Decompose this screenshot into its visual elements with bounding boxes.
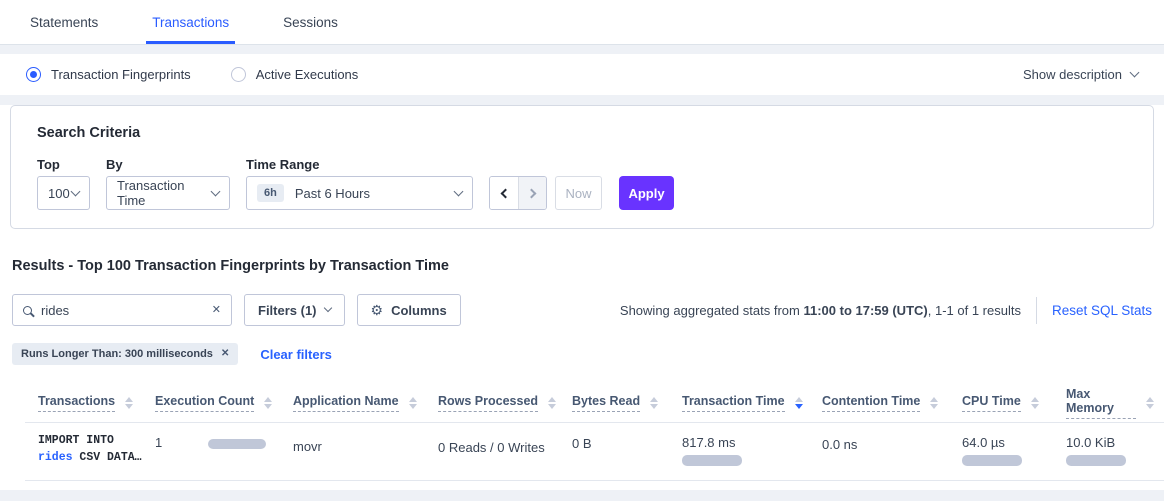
- column-header-bytes-read[interactable]: Bytes Read: [572, 394, 682, 412]
- table-header-row: Transactions Execution Count Application…: [0, 384, 1164, 422]
- chevron-down-icon: [211, 186, 221, 196]
- vertical-divider: [1036, 297, 1037, 324]
- background-band: [0, 490, 1164, 501]
- radio-label: Active Executions: [256, 67, 359, 82]
- time-range-select[interactable]: 6h Past 6 Hours: [246, 176, 473, 210]
- column-header-transactions[interactable]: Transactions: [38, 394, 155, 412]
- row-divider: [25, 480, 1164, 481]
- time-range-badge: 6h: [257, 184, 284, 202]
- tab-statements[interactable]: Statements: [24, 0, 104, 44]
- tab-transactions[interactable]: Transactions: [146, 0, 235, 44]
- time-range-next-button[interactable]: [518, 177, 546, 209]
- sort-icon: [1031, 397, 1039, 409]
- time-range-field-label: Time Range: [246, 157, 319, 172]
- sort-desc-icon: [795, 397, 803, 409]
- contention-time-value: 0.0 ns: [822, 437, 857, 452]
- stats-time-range: 11:00 to 17:59 (UTC): [803, 303, 927, 318]
- results-table: Transactions Execution Count Application…: [0, 384, 1164, 481]
- search-input[interactable]: [41, 303, 212, 318]
- column-header-transaction-time[interactable]: Transaction Time: [682, 394, 822, 412]
- show-description-label: Show description: [1023, 67, 1122, 82]
- chevron-down-icon: [1130, 68, 1140, 78]
- max-memory-bar: [1066, 455, 1126, 466]
- execution-count-value: 1: [155, 435, 162, 450]
- chevron-left-icon: [501, 188, 511, 198]
- filters-button-label: Filters (1): [258, 303, 317, 318]
- transaction-time-value: 817.8 ms: [682, 435, 822, 450]
- top-select[interactable]: 100: [37, 176, 90, 210]
- columns-button[interactable]: ⚙ Columns: [357, 294, 461, 326]
- column-header-max-memory[interactable]: Max Memory: [1066, 387, 1154, 419]
- chevron-down-icon: [454, 186, 464, 196]
- gear-icon: ⚙: [371, 303, 384, 317]
- results-controls-row: ✕ Filters (1) ⚙ Columns Showing aggregat…: [12, 294, 1152, 326]
- now-button[interactable]: Now: [555, 176, 602, 210]
- reset-sql-stats-link[interactable]: Reset SQL Stats: [1052, 303, 1152, 318]
- filter-pill: Runs Longer Than: 300 milliseconds ✕: [12, 343, 238, 365]
- column-header-execution-count[interactable]: Execution Count: [155, 394, 293, 412]
- stats-prefix: Showing aggregated stats from: [620, 303, 804, 318]
- application-name-value: movr: [293, 439, 322, 454]
- background-band: [0, 45, 1164, 54]
- sort-icon: [264, 397, 272, 409]
- filter-pill-label: Runs Longer Than: 300 milliseconds: [21, 348, 213, 360]
- by-field-label: By: [106, 157, 123, 172]
- radio-label: Transaction Fingerprints: [51, 67, 191, 82]
- view-toggle-bar: Transaction Fingerprints Active Executio…: [0, 54, 1164, 95]
- top-tab-bar: Statements Transactions Sessions: [0, 0, 1164, 45]
- clear-search-icon[interactable]: ✕: [212, 305, 221, 316]
- show-description-toggle[interactable]: Show description: [1023, 67, 1138, 82]
- bytes-read-value: 0 B: [572, 436, 592, 451]
- transaction-time-bar: [682, 455, 742, 466]
- stats-summary: Showing aggregated stats from 11:00 to 1…: [620, 303, 1021, 318]
- apply-button[interactable]: Apply: [619, 176, 674, 210]
- transactions-page: Statements Transactions Sessions Transac…: [0, 0, 1164, 501]
- sort-icon: [650, 397, 658, 409]
- by-select-value: Transaction Time: [117, 178, 212, 208]
- execution-count-bar: [208, 439, 266, 449]
- sort-icon: [125, 397, 133, 409]
- cpu-time-bar: [962, 455, 1022, 466]
- time-range-arrows: [489, 176, 547, 210]
- remove-filter-icon[interactable]: ✕: [221, 349, 229, 359]
- tab-sessions[interactable]: Sessions: [277, 0, 344, 44]
- sort-icon: [930, 397, 938, 409]
- chevron-down-icon: [71, 186, 81, 196]
- time-range-value: Past 6 Hours: [295, 186, 370, 201]
- background-band: [0, 95, 1164, 105]
- table-row: IMPORT INTOrides CSV DATA… 1 movr 0 Read…: [0, 423, 1164, 480]
- column-header-cpu-time[interactable]: CPU Time: [962, 394, 1066, 412]
- filters-button[interactable]: Filters (1): [244, 294, 345, 326]
- radio-active-executions[interactable]: Active Executions: [231, 67, 359, 82]
- column-header-application-name[interactable]: Application Name: [293, 394, 438, 412]
- sort-icon: [548, 397, 556, 409]
- transaction-statement: IMPORT INTOrides CSV DATA…: [38, 432, 155, 466]
- cpu-time-value: 64.0 µs: [962, 435, 1066, 450]
- radio-selected-icon: [26, 67, 41, 82]
- search-box: ✕: [12, 294, 232, 326]
- search-criteria-title: Search Criteria: [37, 125, 140, 141]
- top-field-label: Top: [37, 157, 60, 172]
- chevron-down-icon: [323, 304, 331, 312]
- transaction-fingerprint-link[interactable]: rides: [38, 451, 73, 464]
- search-icon: [23, 306, 32, 315]
- rows-processed-value: 0 Reads / 0 Writes: [438, 440, 545, 455]
- stats-suffix: , 1-1 of 1 results: [928, 303, 1021, 318]
- results-title: Results - Top 100 Transaction Fingerprin…: [12, 258, 449, 274]
- column-header-rows-processed[interactable]: Rows Processed: [438, 394, 572, 412]
- radio-transaction-fingerprints[interactable]: Transaction Fingerprints: [26, 67, 191, 82]
- columns-button-label: Columns: [391, 303, 447, 318]
- search-criteria-card: Search Criteria Top By Time Range 100 Tr…: [10, 105, 1154, 229]
- top-select-value: 100: [48, 186, 70, 201]
- active-filters-row: Runs Longer Than: 300 milliseconds ✕ Cle…: [12, 343, 332, 365]
- clear-filters-link[interactable]: Clear filters: [260, 347, 332, 362]
- radio-unselected-icon: [231, 67, 246, 82]
- column-header-contention-time[interactable]: Contention Time: [822, 394, 962, 412]
- by-select[interactable]: Transaction Time: [106, 176, 230, 210]
- sort-icon: [1146, 397, 1154, 409]
- sort-icon: [409, 397, 417, 409]
- time-range-prev-button[interactable]: [490, 177, 518, 209]
- max-memory-value: 10.0 KiB: [1066, 435, 1154, 450]
- chevron-right-icon: [526, 188, 536, 198]
